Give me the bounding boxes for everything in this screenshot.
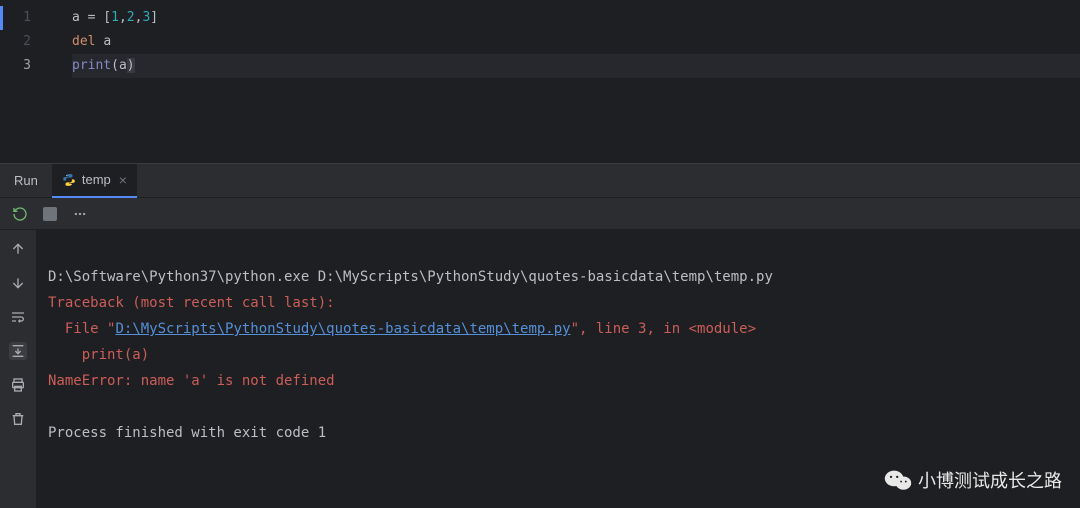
trash-icon[interactable] [9, 410, 27, 428]
token-ident: a [103, 34, 111, 49]
token-punct: ] [150, 10, 158, 25]
watermark-text: 小博测试成长之路 [918, 467, 1062, 493]
more-icon[interactable] [72, 206, 88, 222]
line-number-gutter: 123 [0, 0, 56, 158]
error-file-link[interactable]: D:\MyScripts\PythonStudy\quotes-basicdat… [115, 321, 570, 337]
caret-line-marker [0, 6, 3, 30]
down-stack-icon[interactable] [9, 274, 27, 292]
token-ident: (a [111, 58, 127, 73]
python-icon [62, 173, 76, 187]
code-line[interactable]: a = [1,2,3] [72, 6, 1080, 30]
run-tabs-bar: Run temp × [0, 164, 1080, 198]
stop-icon[interactable] [42, 206, 58, 222]
code-line[interactable]: print(a) [72, 54, 1080, 78]
scroll-to-end-icon[interactable] [9, 342, 27, 360]
traceback-file-line: File "D:\MyScripts\PythonStudy\quotes-ba… [48, 321, 756, 337]
close-icon[interactable]: × [119, 172, 127, 188]
token-num: 2 [127, 10, 135, 25]
console-command: D:\Software\Python37\python.exe D:\MyScr… [48, 269, 773, 285]
line-number[interactable]: 2 [0, 30, 55, 54]
run-tab-label: temp [82, 172, 111, 187]
line-number[interactable]: 3 [0, 54, 55, 78]
run-tool-window: Run temp × D:\Software\Python37\python.e… [0, 164, 1080, 508]
rerun-icon[interactable] [12, 206, 28, 222]
run-toolbar [0, 198, 1080, 230]
up-stack-icon[interactable] [9, 240, 27, 258]
watermark: 小博测试成长之路 [884, 466, 1062, 494]
run-tab-temp[interactable]: temp × [52, 164, 137, 198]
traceback-header: Traceback (most recent call last): [48, 295, 335, 311]
wechat-icon [884, 466, 912, 494]
token-kw: del [72, 34, 103, 49]
token-punct: [ [95, 10, 111, 25]
token-builtin: print [72, 58, 111, 73]
token-caret-box: ) [127, 58, 135, 73]
traceback-code-line: print(a) [48, 347, 149, 363]
token-punct: , [119, 10, 127, 25]
token-num: 1 [111, 10, 119, 25]
editor-pane: 123 a = [1,2,3]del aprint(a) [0, 0, 1080, 158]
process-finished-line: Process finished with exit code 1 [48, 425, 326, 441]
run-side-toolbar [0, 230, 36, 508]
line-number[interactable]: 1 [0, 6, 55, 30]
soft-wrap-icon[interactable] [9, 308, 27, 326]
code-editor[interactable]: a = [1,2,3]del aprint(a) [56, 0, 1080, 158]
code-line[interactable]: del a [72, 30, 1080, 54]
print-icon[interactable] [9, 376, 27, 394]
token-ident: a [72, 10, 88, 25]
name-error-line: NameError: name 'a' is not defined [48, 373, 335, 389]
run-panel-title: Run [0, 173, 52, 188]
